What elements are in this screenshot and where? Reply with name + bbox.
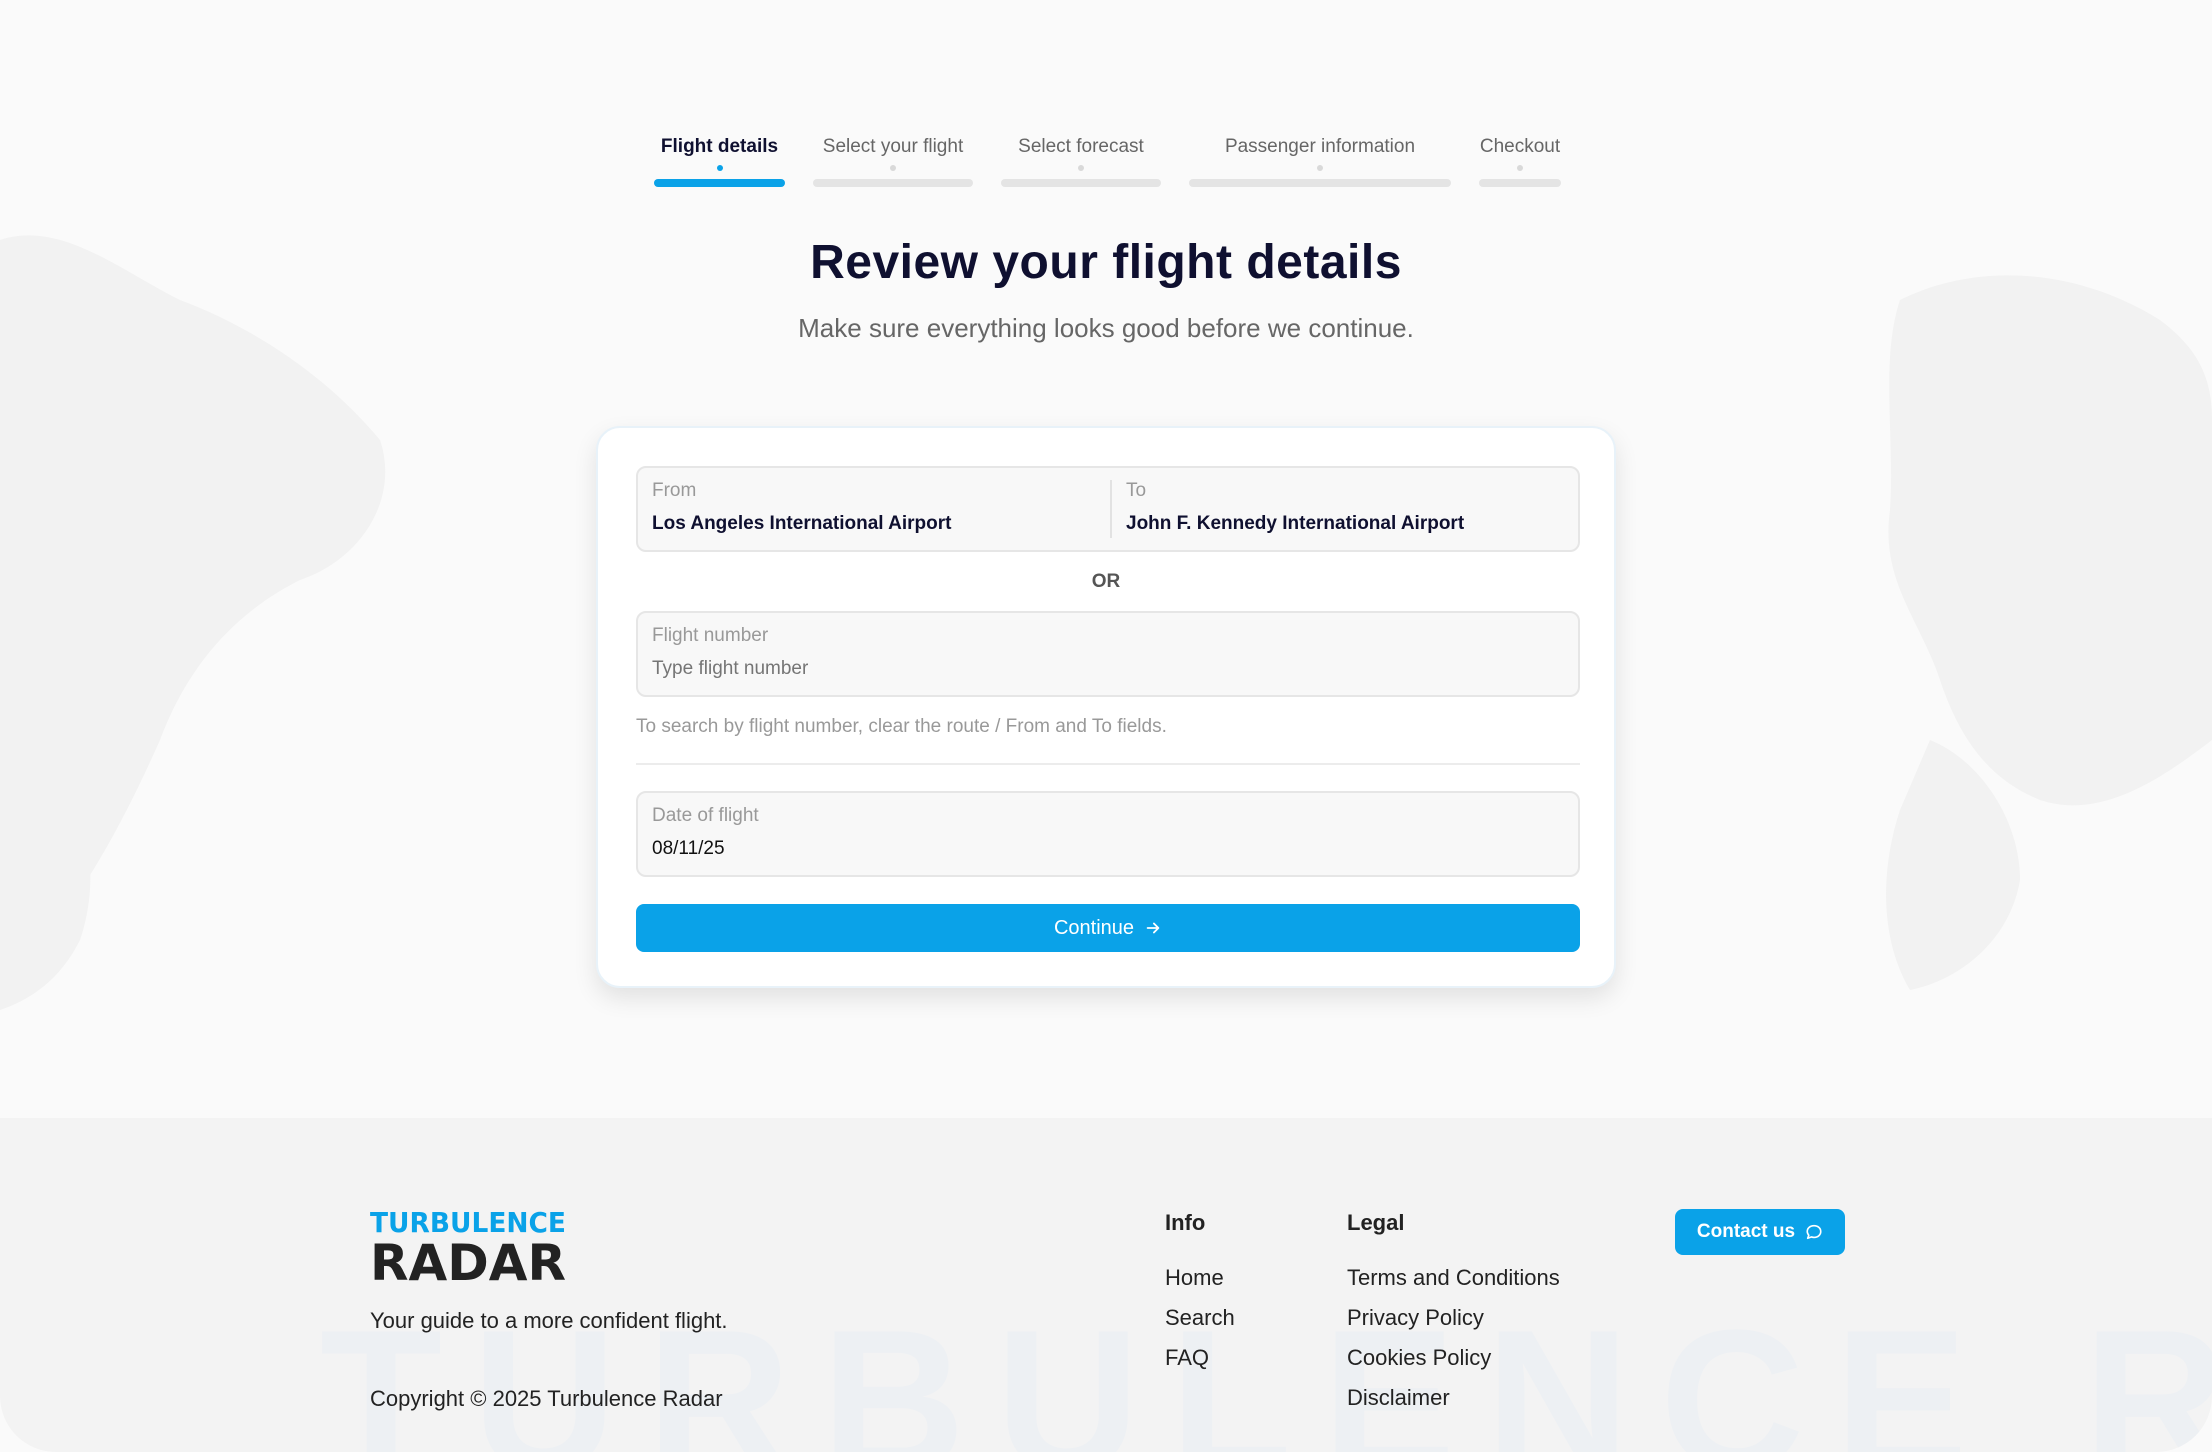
chat-bubble-icon — [1806, 1224, 1822, 1240]
footer-link-terms[interactable]: Terms and Conditions — [1347, 1265, 1560, 1291]
logo-bottom-text: RADAR — [370, 1234, 566, 1286]
footer-copyright: Copyright © 2025 Turbulence Radar — [370, 1386, 723, 1411]
page-title: Review your flight details — [810, 236, 1402, 289]
legal-column-title: Legal — [1347, 1210, 1405, 1235]
step-select-forecast[interactable]: Select forecast — [1001, 130, 1161, 190]
from-value: Los Angeles International Airport — [652, 513, 952, 534]
step-label: Flight details — [660, 136, 779, 157]
step-progress-bar — [1189, 179, 1451, 187]
to-field[interactable]: To John F. Kennedy International Airport — [1112, 468, 1578, 550]
turbulence-radar-logo[interactable]: TURBULENCE RADAR — [370, 1206, 570, 1292]
continue-button[interactable]: Continue — [636, 904, 1580, 952]
page-frame: Flight details Select your flight Select… — [0, 0, 2212, 1452]
step-dot — [890, 165, 896, 171]
to-label: To — [1126, 480, 1147, 501]
footer-tagline: Your guide to a more confident flight. — [370, 1308, 728, 1333]
arrow-right-icon — [1146, 922, 1160, 934]
step-dot — [716, 165, 723, 171]
step-label: Select forecast — [1018, 136, 1144, 157]
flight-number-label: Flight number — [652, 625, 769, 646]
footer-link-search[interactable]: Search — [1165, 1305, 1235, 1331]
step-select-your-flight[interactable]: Select your flight — [813, 130, 973, 190]
contact-label: Contact us — [1696, 1221, 1796, 1242]
step-dot — [1317, 165, 1323, 171]
step-progress-bar — [1479, 179, 1561, 187]
footer-link-disclaimer[interactable]: Disclaimer — [1347, 1385, 1450, 1411]
flight-number-input[interactable] — [652, 658, 1252, 680]
step-label: Passenger information — [1224, 136, 1416, 157]
divider — [636, 763, 1580, 765]
continue-label: Continue — [1053, 916, 1135, 939]
route-field-group: From Los Angeles International Airport T… — [636, 466, 1580, 552]
step-checkout[interactable]: Checkout — [1479, 130, 1561, 190]
to-value: John F. Kennedy International Airport — [1126, 513, 1465, 534]
or-separator: OR — [1091, 571, 1121, 592]
step-progress-bar — [654, 179, 785, 187]
step-progress-bar — [1001, 179, 1161, 187]
step-passenger-information[interactable]: Passenger information — [1189, 130, 1451, 190]
progress-stepper: Flight details Select your flight Select… — [0, 130, 2212, 190]
flight-details-card: From Los Angeles International Airport T… — [596, 426, 1616, 988]
step-dot — [1517, 165, 1523, 171]
footer-link-home[interactable]: Home — [1165, 1265, 1224, 1291]
step-label: Select your flight — [822, 136, 964, 157]
date-of-flight-field[interactable]: Date of flight 08/11/25 — [636, 791, 1580, 877]
step-flight-details[interactable]: Flight details — [654, 130, 785, 190]
step-label: Checkout — [1479, 136, 1561, 157]
footer-link-privacy[interactable]: Privacy Policy — [1347, 1305, 1484, 1331]
step-progress-bar — [813, 179, 973, 187]
page-subtitle: Make sure everything looks good before w… — [798, 313, 1414, 343]
footer-link-cookies[interactable]: Cookies Policy — [1347, 1345, 1491, 1371]
info-column-title: Info — [1165, 1210, 1206, 1235]
flight-number-hint: To search by flight number, clear the ro… — [636, 716, 1167, 737]
contact-us-button[interactable]: Contact us — [1675, 1209, 1845, 1255]
site-footer: TURBULENCE RADAR TURBULENCE RADAR Your g… — [0, 1118, 2212, 1452]
date-value: 08/11/25 — [652, 838, 725, 859]
from-label: From — [652, 480, 697, 501]
step-dot — [1078, 165, 1084, 171]
footer-link-faq[interactable]: FAQ — [1165, 1345, 1209, 1371]
date-label: Date of flight — [652, 805, 759, 826]
flight-number-field[interactable]: Flight number — [636, 611, 1580, 697]
from-field[interactable]: From Los Angeles International Airport — [638, 468, 1110, 550]
logo-mark: TURBULENCE RADAR — [370, 1206, 566, 1292]
